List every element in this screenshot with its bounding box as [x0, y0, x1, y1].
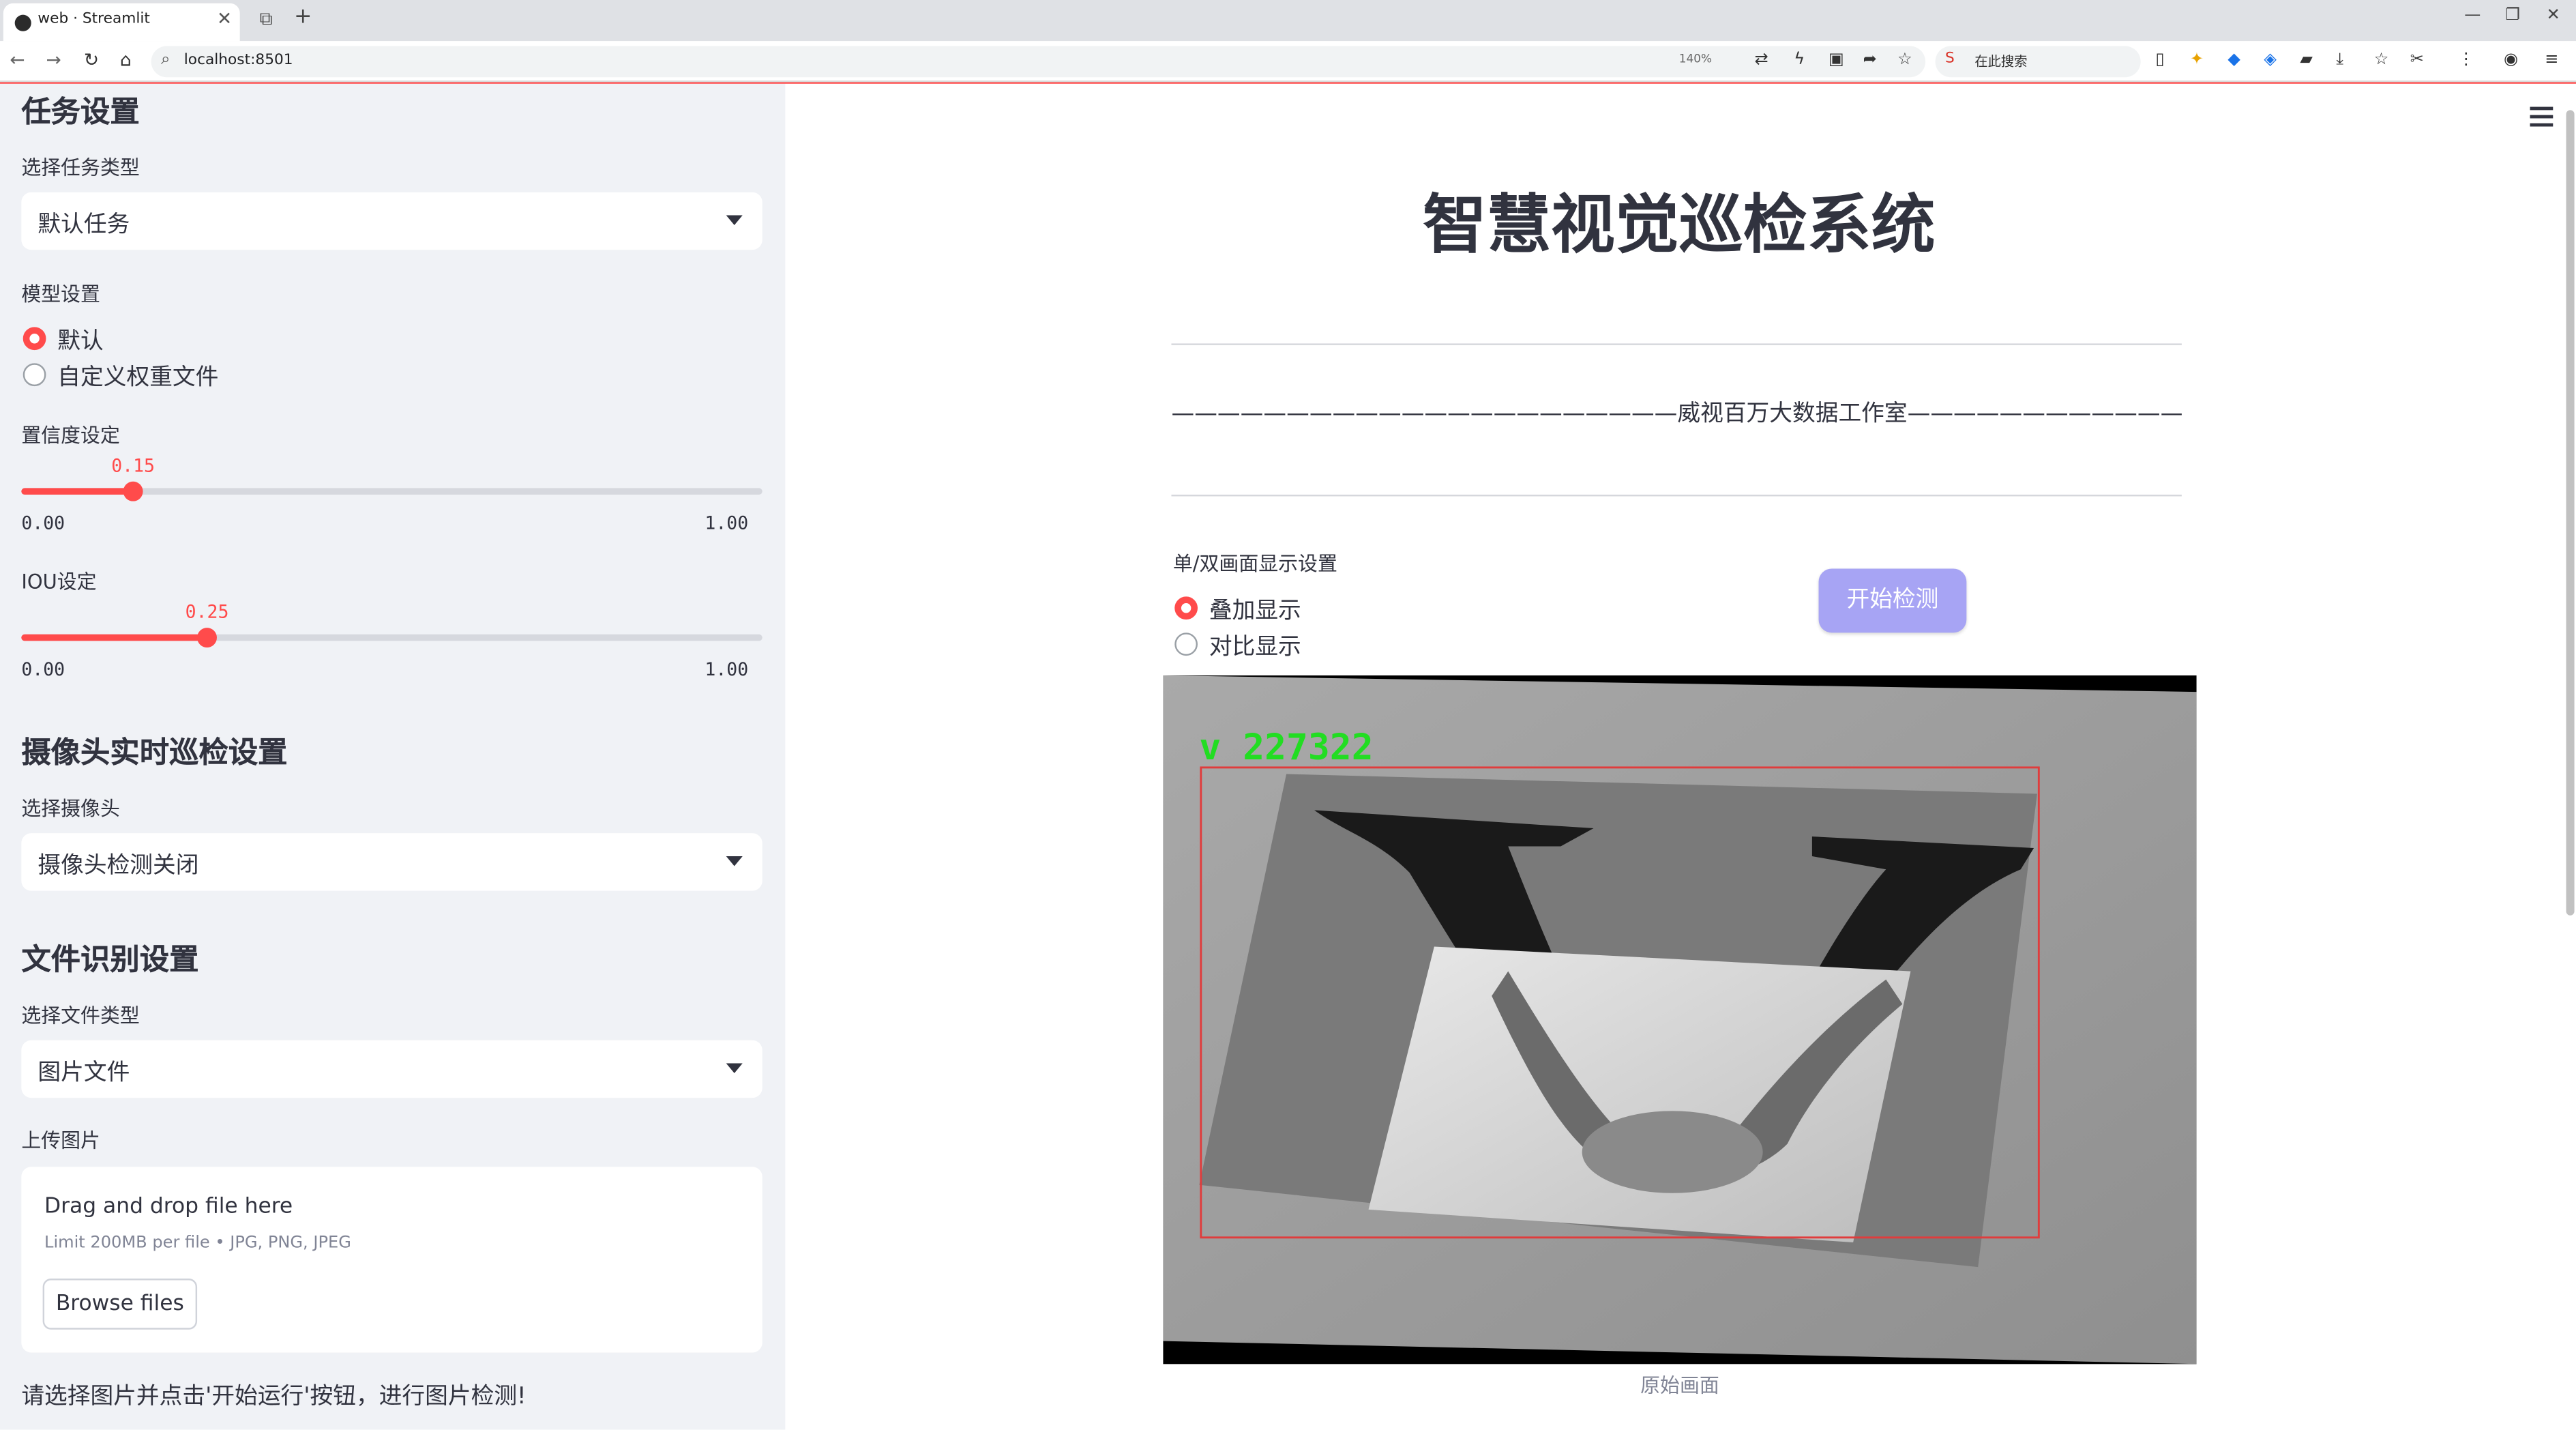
model-radio-custom[interactable] [23, 363, 46, 387]
upload-limit-text: Limit 200MB per file • JPG, PNG, JPEG [44, 1234, 351, 1253]
iou-slider-thumb[interactable] [197, 628, 217, 648]
back-icon[interactable]: ← [10, 49, 25, 70]
hands-clasp [1582, 1111, 1763, 1193]
extension-2-icon[interactable]: ◆ [2227, 51, 2240, 69]
iou-max: 1.00 [705, 658, 749, 681]
browser-search-box[interactable]: S 在此搜索 [1935, 46, 2141, 78]
subtitle: ——————————————————————威视百万大数据工作室————————… [1171, 400, 2182, 428]
display-radio-overlay[interactable] [1174, 596, 1198, 620]
reading-mode-icon[interactable]: ▯ [2155, 51, 2164, 69]
minimize-icon[interactable]: — [2464, 7, 2481, 25]
cut-icon[interactable]: ✂ [2410, 51, 2424, 69]
profile-avatar-icon[interactable]: ◉ [2504, 51, 2518, 69]
display-option-compare[interactable]: 对比显示 [1209, 630, 1301, 662]
new-tab-icon[interactable]: + [294, 5, 312, 29]
confidence-slider[interactable] [21, 481, 763, 501]
photo-card [1368, 946, 1911, 1243]
file-type-select[interactable]: 图片文件 [21, 1040, 763, 1098]
iou-fill [21, 634, 207, 641]
confidence-slider-thumb[interactable] [123, 481, 143, 501]
search-icon: ⌕ [161, 50, 171, 70]
browser-toolbar: ← → ↻ ⌂ ⌕ localhost:8501 140% ⇄ ϟ ▣ ➦ ☆ … [0, 41, 2576, 83]
translate-icon[interactable]: ⇄ [1755, 51, 1768, 69]
search-placeholder: 在此搜索 [1974, 54, 2028, 70]
confidence-min: 0.00 [21, 512, 65, 534]
favorites-icon[interactable]: ☆ [2374, 51, 2389, 69]
task-type-select[interactable]: 默认任务 [21, 192, 763, 250]
browser-tab-bar: web · Streamlit ✕ ⧉ + — ❐ ✕ [0, 0, 2576, 42]
camera-select[interactable]: 摄像头检测关闭 [21, 833, 763, 891]
address-bar[interactable]: ⌕ localhost:8501 140% [151, 46, 1926, 78]
tab-group-icon[interactable]: ⧉ [260, 8, 273, 31]
iou-min: 0.00 [21, 658, 65, 681]
model-option-default[interactable]: 默认 [57, 324, 103, 357]
start-detection-button[interactable]: 开始检测 [1818, 568, 1967, 633]
extension-4-icon[interactable]: ▰ [2300, 51, 2313, 69]
divider [1171, 343, 2182, 345]
camera-label: 选择摄像头 [21, 797, 120, 820]
upload-label: 上传图片 [21, 1128, 100, 1152]
file-type-value: 图片文件 [38, 1060, 130, 1087]
browse-files-button[interactable]: Browse files [42, 1279, 198, 1330]
chevron-down-icon [726, 1063, 743, 1073]
divider [1171, 495, 2182, 497]
iou-label: IOU设定 [21, 570, 97, 594]
display-settings-label: 单/双画面显示设置 [1172, 552, 1337, 576]
file-settings-heading: 文件识别设置 [21, 943, 199, 978]
tab-close-icon[interactable]: ✕ [217, 8, 232, 29]
restore-icon[interactable]: ❐ [2505, 7, 2520, 25]
confidence-label: 置信度设定 [21, 424, 120, 448]
image-caption: 原始画面 [1640, 1373, 1719, 1397]
scrollbar[interactable] [2566, 110, 2575, 916]
iou-value: 0.25 [185, 601, 229, 623]
display-option-overlay[interactable]: 叠加显示 [1209, 594, 1301, 626]
detection-label: v 227322 [1199, 727, 1373, 768]
extension-icon[interactable]: ✦ [2190, 51, 2204, 69]
task-settings-heading: 任务设置 [21, 95, 140, 130]
model-radio-default[interactable] [23, 327, 46, 351]
upload-hint: 请选择图片并点击'开始运行'按钮，进行图片检测! [21, 1384, 527, 1410]
streamlit-favicon-icon [14, 14, 31, 31]
tab-title: web · Streamlit [38, 11, 150, 28]
upload-drag-text: Drag and drop file here [44, 1195, 293, 1220]
sidebar: 任务设置 选择任务类型 默认任务 模型设置 默认 自定义权重文件 置信度设定 0… [0, 83, 786, 1430]
close-window-icon[interactable]: ✕ [2547, 7, 2560, 25]
confidence-max: 1.00 [705, 512, 749, 534]
zoom-level[interactable]: 140% [1679, 53, 1712, 65]
file-type-label: 选择文件类型 [21, 1004, 140, 1027]
detection-image: v 227322 [1163, 675, 2197, 1365]
browser-menu-icon[interactable]: ≡ [2545, 51, 2558, 69]
bookmark-star-icon[interactable]: ☆ [1897, 51, 1912, 69]
app-menu-icon[interactable] [2530, 106, 2553, 132]
file-uploader-dropzone[interactable]: Drag and drop file here Limit 200MB per … [21, 1167, 763, 1353]
share-icon[interactable]: ➦ [1863, 51, 1877, 69]
task-type-label: 选择任务类型 [21, 156, 140, 179]
download-icon[interactable]: ⤓ [2336, 51, 2343, 69]
extension-3-icon[interactable]: ◈ [2264, 51, 2277, 69]
search-engine-icon: S [1945, 50, 1955, 68]
lightning-icon[interactable]: ϟ [1794, 51, 1805, 69]
model-settings-label: 模型设置 [21, 282, 100, 306]
page-title: 智慧视觉巡检系统 [1423, 189, 1936, 263]
chevron-down-icon [726, 215, 743, 226]
display-radio-compare[interactable] [1174, 632, 1198, 656]
camera-settings-heading: 摄像头实时巡检设置 [21, 736, 288, 771]
home-icon[interactable]: ⌂ [120, 49, 132, 70]
reload-icon[interactable]: ↻ [84, 49, 99, 70]
forward-icon[interactable]: → [46, 49, 61, 70]
detection-image-canvas: v 227322 [1163, 675, 2197, 1365]
confidence-value: 0.15 [111, 455, 156, 477]
url-text: localhost:8501 [183, 53, 293, 70]
screenshot-icon[interactable]: ▣ [1829, 51, 1844, 69]
model-option-custom[interactable]: 自定义权重文件 [57, 360, 218, 393]
main-content: 智慧视觉巡检系统 ——————————————————————威视百万大数据工作… [785, 83, 2576, 1430]
camera-value: 摄像头检测关闭 [38, 853, 199, 879]
confidence-fill [21, 488, 134, 495]
chevron-down-icon [726, 856, 743, 866]
browser-tab[interactable]: web · Streamlit ✕ [3, 3, 240, 42]
task-type-value: 默认任务 [38, 211, 130, 239]
menu-dots-icon[interactable]: ⋮ [2458, 51, 2474, 69]
iou-slider[interactable] [21, 628, 763, 648]
